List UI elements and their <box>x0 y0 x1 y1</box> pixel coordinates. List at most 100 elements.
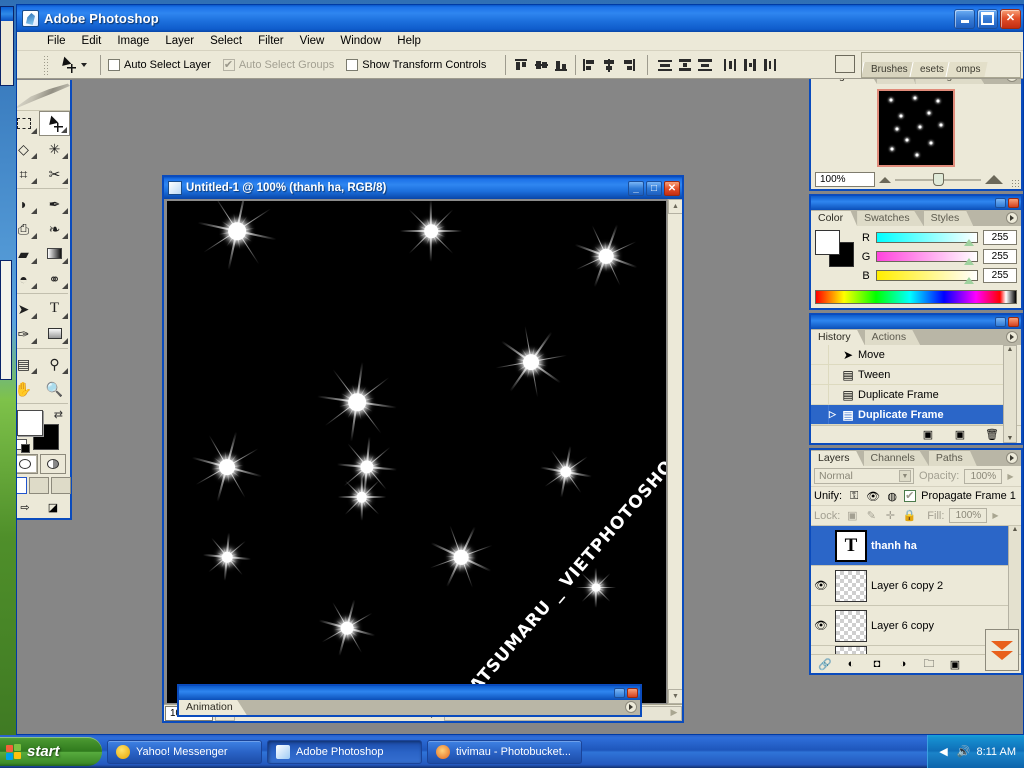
layer-name[interactable]: Layer 6 copy <box>871 620 934 632</box>
close-button[interactable]: ✕ <box>1000 8 1021 29</box>
opacity-field[interactable]: 100% <box>964 468 1003 484</box>
tab-channels[interactable]: Channels <box>863 451 929 466</box>
scroll-right-arrow[interactable]: ▶ <box>667 707 681 720</box>
distribute-bottom-edges-icon[interactable] <box>697 57 714 73</box>
distribute-left-edges-icon[interactable] <box>722 57 739 73</box>
menu-layer[interactable]: Layer <box>157 33 202 49</box>
history-titlebar[interactable] <box>811 315 1021 329</box>
jump-to-imageready-icon[interactable]: ⇨ <box>17 497 37 518</box>
unify-position-icon[interactable]: ⚿ <box>847 489 861 503</box>
menu-window[interactable]: Window <box>332 33 389 49</box>
taskbar-item-adobe-photoshop[interactable]: Adobe Photoshop <box>267 739 422 764</box>
start-button[interactable]: start <box>0 737 102 766</box>
lasso-tool[interactable]: ◇ <box>17 136 39 161</box>
standard-screen-mode-icon[interactable] <box>17 476 27 494</box>
blue-value[interactable]: 255 <box>983 268 1017 283</box>
new-document-from-state-icon[interactable]: ▣ <box>921 428 935 442</box>
taskbar-item-photobucket[interactable]: tivimau - Photobucket... <box>427 739 582 764</box>
fill-stepper-icon[interactable]: ▶ <box>992 511 998 520</box>
dodge-tool[interactable]: ⚭ <box>39 266 70 291</box>
history-minimize-button[interactable] <box>995 317 1006 327</box>
auto-select-layer-option[interactable]: Auto Select Layer <box>108 58 211 71</box>
document-maximize-button[interactable]: □ <box>646 180 662 196</box>
layer-mask-icon[interactable]: ◘ <box>870 657 884 671</box>
clone-stamp-tool[interactable]: ⎙ <box>17 216 39 241</box>
gradient-tool[interactable] <box>39 241 70 266</box>
distribute-horizontal-centers-icon[interactable] <box>742 57 759 73</box>
slice-tool[interactable]: ✂ <box>39 161 70 186</box>
show-hidden-icons-icon[interactable]: ◀ <box>936 745 950 759</box>
history-source-box[interactable] <box>811 405 829 424</box>
swap-colors-icon[interactable]: ⇄ <box>54 408 63 421</box>
scroll-down-arrow[interactable]: ▼ <box>668 689 682 704</box>
tab-color[interactable]: Color <box>811 211 858 226</box>
rectangular-marquee-tool[interactable] <box>17 111 39 136</box>
menu-select[interactable]: Select <box>202 33 250 49</box>
navigator-panel-menu-icon[interactable] <box>1006 79 1018 82</box>
zoom-in-icon[interactable] <box>985 175 1003 184</box>
toolbox-header[interactable] <box>17 80 70 112</box>
layer-row[interactable]: 👁 Layer 6 copy 2 <box>811 566 1021 606</box>
color-panel-menu-icon[interactable] <box>1006 212 1018 224</box>
clock[interactable]: 8:11 AM <box>976 746 1016 758</box>
eyedropper-tool[interactable]: ⚲ <box>39 351 70 376</box>
align-bottom-edges-icon[interactable] <box>553 57 570 73</box>
layer-visibility-toggle[interactable]: 👁 <box>811 579 831 592</box>
foreground-color-swatch[interactable] <box>815 230 840 255</box>
scroll-up-arrow[interactable]: ▲ <box>668 199 682 214</box>
zoom-out-icon[interactable] <box>879 176 891 183</box>
notes-tool[interactable]: ▤ <box>17 351 39 376</box>
blue-slider[interactable] <box>876 270 978 284</box>
navigator-thumbnail[interactable] <box>877 89 955 167</box>
tab-swatches[interactable]: Swatches <box>857 211 924 226</box>
history-scrollbar[interactable]: ▲ ▼ <box>1003 345 1017 443</box>
link-layers-icon[interactable]: 🔗 <box>818 657 832 671</box>
history-item[interactable]: ▤ Tween <box>811 365 1003 385</box>
palette-well-tab-brushes[interactable]: Brushes <box>862 62 916 77</box>
distribute-right-edges-icon[interactable] <box>762 57 779 73</box>
unify-style-icon[interactable]: ◍ <box>885 489 899 503</box>
chevron-down-icon[interactable] <box>81 62 87 67</box>
history-source-box[interactable] <box>811 365 829 384</box>
tab-layers[interactable]: Layers <box>811 451 864 466</box>
tab-paths[interactable]: Paths <box>928 451 977 466</box>
animation-maximize-button[interactable] <box>614 688 625 698</box>
new-fill-adjustment-icon[interactable]: ◑ <box>896 657 910 671</box>
layer-name[interactable]: Layer 6 copy 2 <box>871 580 943 592</box>
distribute-top-edges-icon[interactable] <box>657 57 674 73</box>
healing-brush-tool[interactable]: ◗ <box>17 191 39 216</box>
lock-position-icon[interactable]: ✛ <box>883 509 897 523</box>
chevron-down-icon[interactable]: ▼ <box>899 470 911 482</box>
layer-thumbnail[interactable] <box>835 569 867 602</box>
options-bar-grip[interactable] <box>43 54 50 75</box>
new-snapshot-icon[interactable]: ▣ <box>953 428 967 442</box>
standard-mode-icon[interactable] <box>17 453 38 474</box>
double-chevron-down-icon[interactable] <box>985 629 1019 671</box>
layer-thumbnail[interactable]: T <box>835 529 867 562</box>
red-slider[interactable] <box>876 232 978 246</box>
distribute-vertical-centers-icon[interactable] <box>677 57 694 73</box>
history-item[interactable]: ➤ Move <box>811 345 1003 365</box>
red-value[interactable]: 255 <box>983 230 1017 245</box>
animation-panel-menu-icon[interactable] <box>625 701 637 713</box>
blend-mode-select[interactable]: Normal ▼ <box>814 468 914 484</box>
tab-history[interactable]: History <box>811 330 865 345</box>
color-spectrum-ramp[interactable] <box>815 290 1017 304</box>
default-colors-icon[interactable] <box>17 438 30 453</box>
document-close-button[interactable]: ✕ <box>664 180 680 196</box>
auto-select-layer-checkbox[interactable] <box>108 58 120 71</box>
color-titlebar[interactable] <box>811 196 1021 210</box>
quick-mask-mode-icon[interactable] <box>40 453 66 474</box>
align-right-edges-icon[interactable] <box>621 57 638 73</box>
layer-name[interactable]: thanh ha <box>871 540 917 552</box>
full-screen-mode-icon[interactable] <box>51 476 71 494</box>
history-scroll-down-arrow[interactable]: ▼ <box>1004 435 1016 442</box>
history-brush-tool[interactable]: ❧ <box>39 216 70 241</box>
lock-all-icon[interactable]: 🔒 <box>902 509 916 523</box>
pen-tool[interactable]: ✑ <box>17 321 39 346</box>
new-group-icon[interactable]: 🗀 <box>922 657 936 671</box>
palette-well-tab-layer-comps[interactable]: omps <box>944 62 988 77</box>
minimize-button[interactable] <box>954 8 975 29</box>
menu-image[interactable]: Image <box>109 33 157 49</box>
horizontal-type-tool[interactable]: T <box>39 296 70 321</box>
